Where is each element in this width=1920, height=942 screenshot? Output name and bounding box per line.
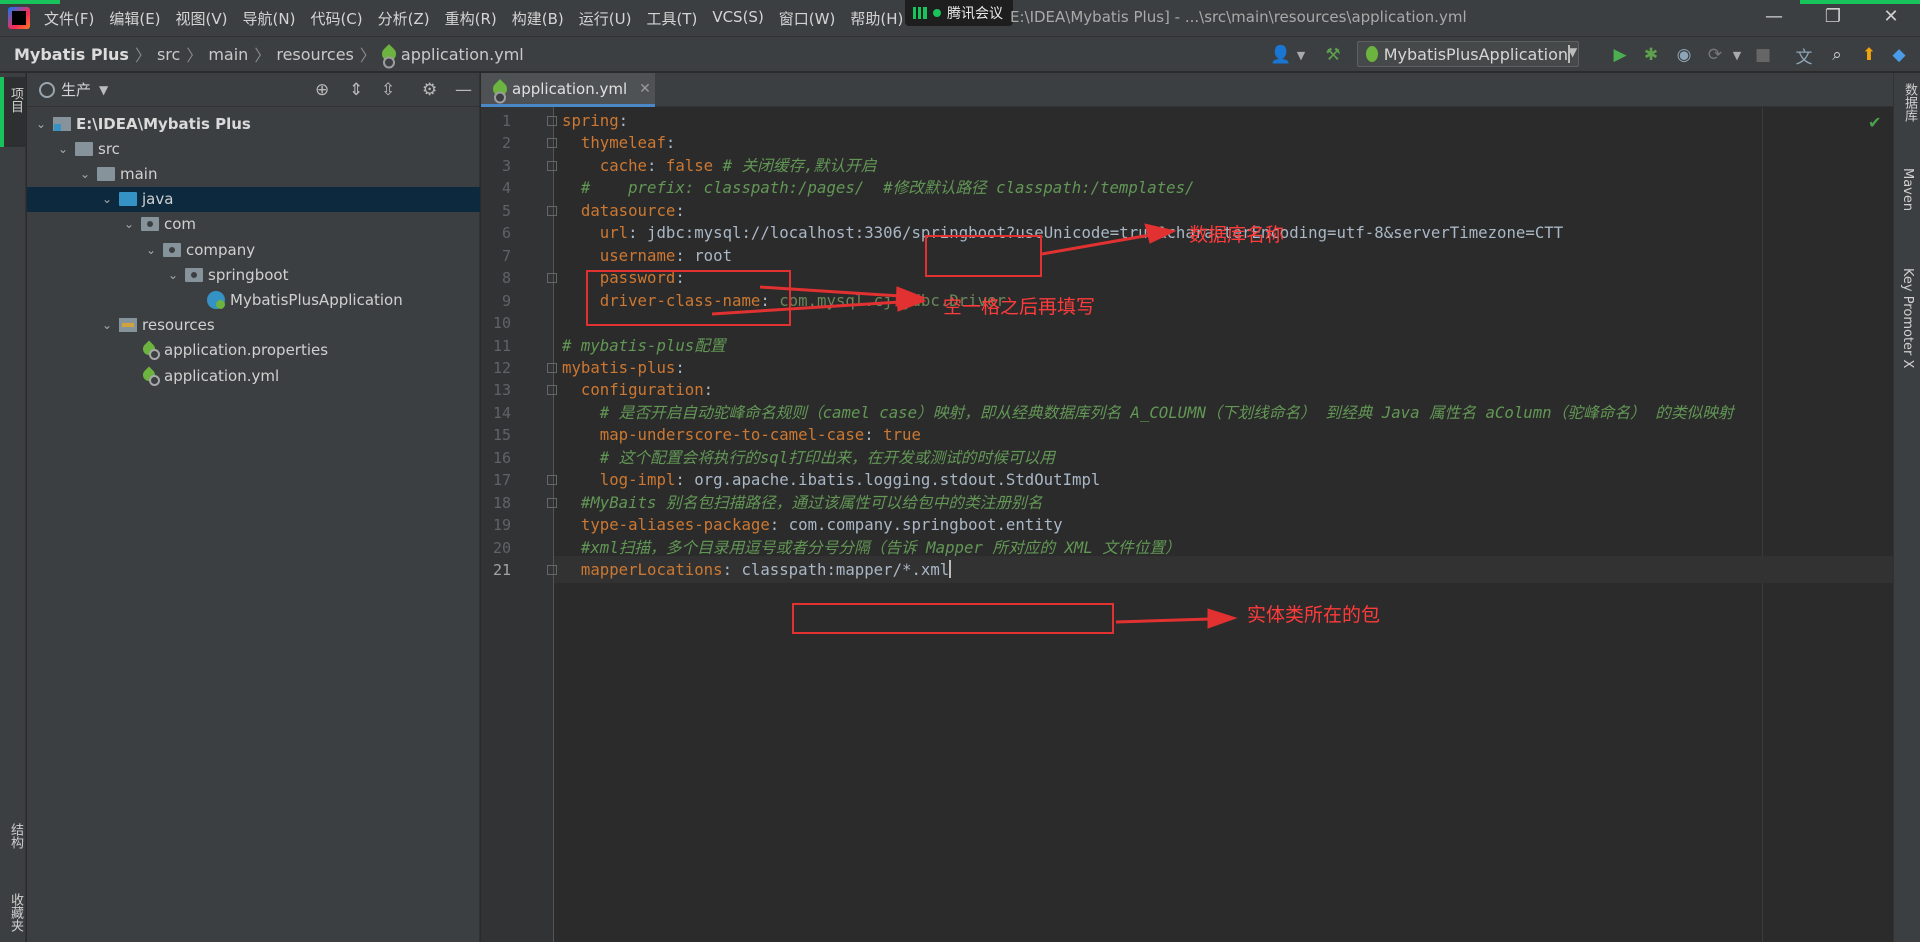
annotation-fill-after-space-text: 空一格之后再填写 [943, 296, 1096, 318]
arrow-db-name [1041, 233, 1151, 256]
annotation-arrows [711, 223, 1238, 629]
key-promoter-tab[interactable]: Key Promoter X [1900, 268, 1915, 368]
arrow-entity-package [1115, 617, 1211, 624]
right-tool-strip: 数据库 Maven Key Promoter X [1893, 73, 1920, 942]
database-tab[interactable]: 数据库 [1900, 83, 1919, 122]
arrow-head-db-name [1144, 223, 1177, 244]
arrow-password [711, 300, 901, 316]
annotation-db-name-text: 数据库名称 [1189, 224, 1285, 246]
arrow-head-entity-package [1207, 608, 1238, 629]
maven-tab[interactable]: Maven [1900, 168, 1915, 211]
annotation-entity-package-text: 实体类所在的包 [1247, 604, 1381, 626]
arrow-username [759, 285, 901, 298]
